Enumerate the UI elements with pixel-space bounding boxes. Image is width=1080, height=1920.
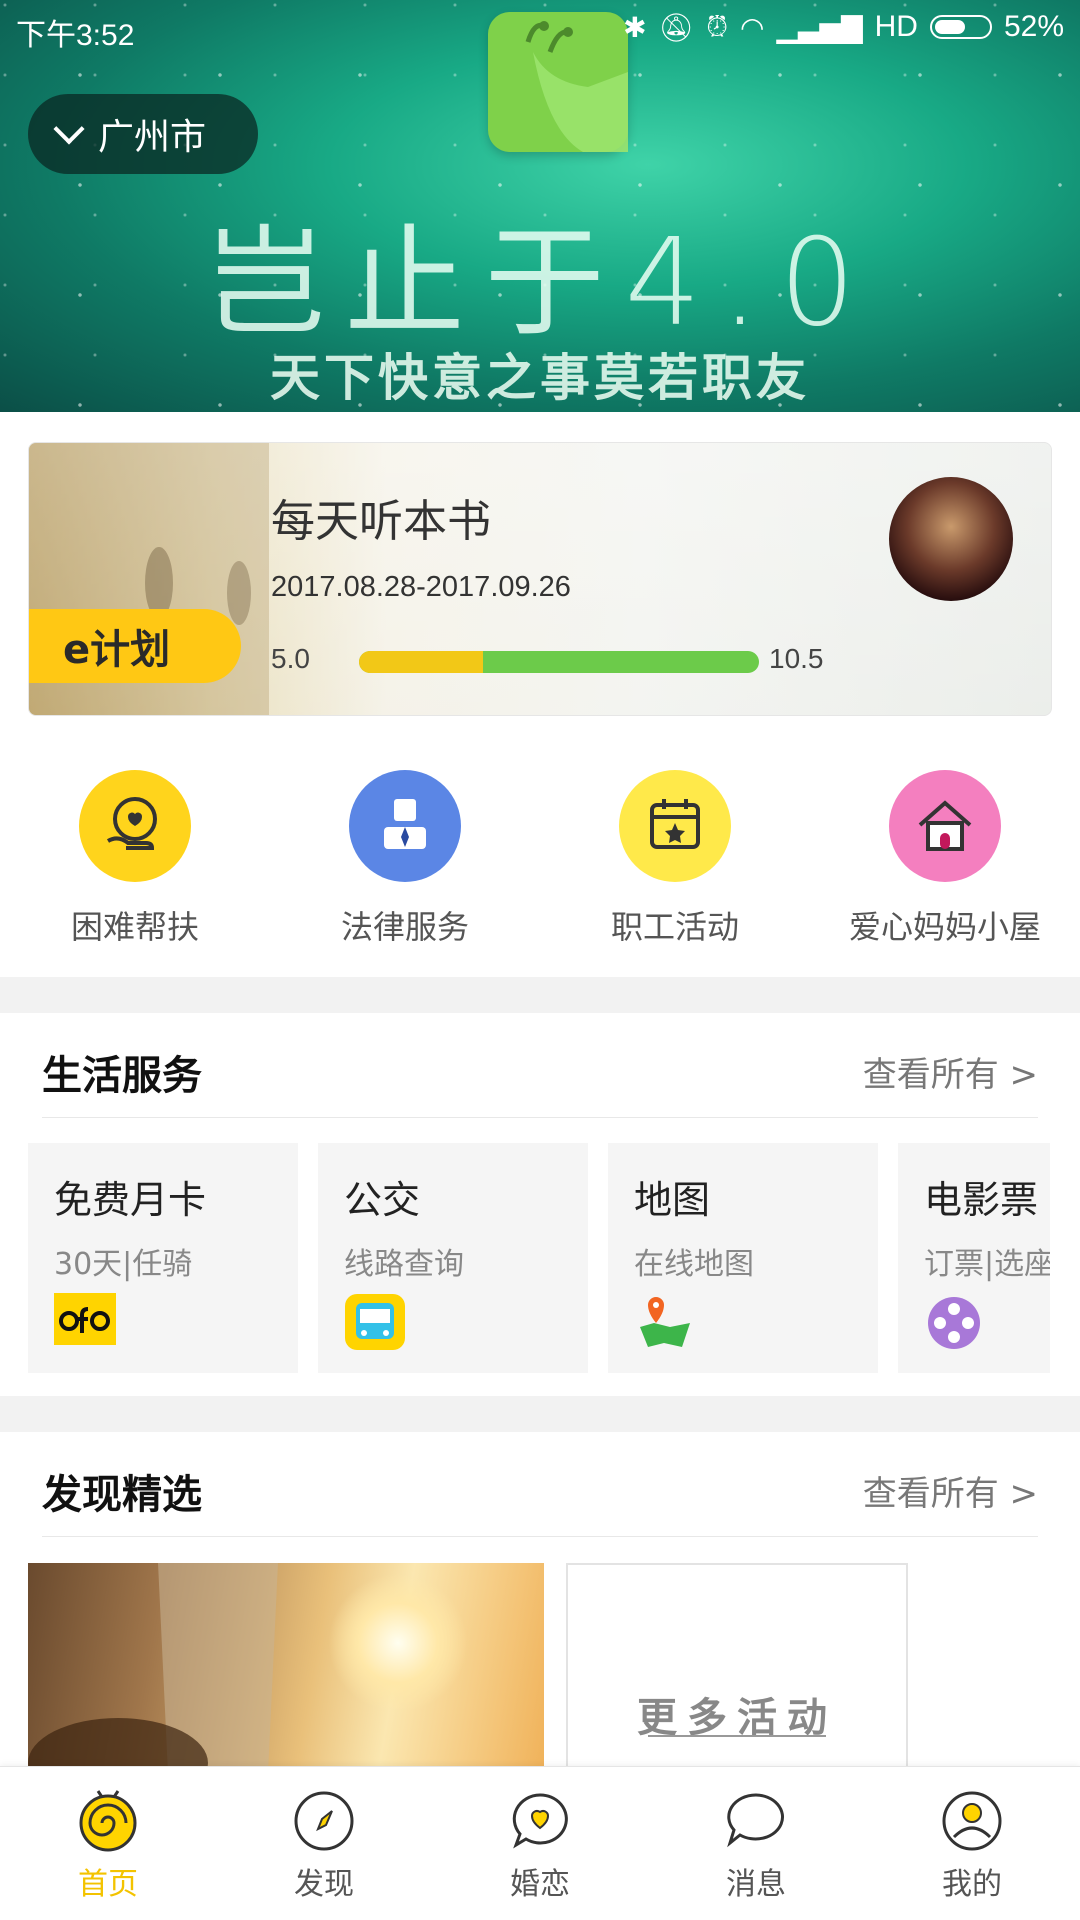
service-subtitle: 30天|任骑 (54, 1247, 193, 1282)
more-activities-card[interactable]: 更多活动 (566, 1563, 908, 1773)
hero-banner[interactable]: 下午3:52 ✱ 🔕︎ ⏰︎ ◠ ▁▃▅▇ HD 52% 广州市 岂止于4.0 … (0, 0, 1080, 412)
alarm-icon: ⏰︎ (706, 10, 729, 42)
chat-bubble-icon (724, 1789, 788, 1853)
discover-featured-image[interactable] (28, 1563, 544, 1773)
quick-actions: 困难帮扶 法律服务 职工活动 爱心妈妈小屋 (0, 770, 1080, 970)
tab-label: 发现 (294, 1867, 354, 1902)
service-subtitle: 订票|选座 (924, 1247, 1050, 1282)
quick-action-legal[interactable]: 法律服务 (270, 770, 540, 948)
house-icon (889, 770, 1001, 882)
quick-action-hardship-aid[interactable]: 困难帮扶 (0, 770, 270, 948)
chevron-down-icon (53, 113, 85, 145)
reading-plan-card[interactable]: 每天听本书 2017.08.28-2017.09.26 e计划 5.0 10.5 (28, 442, 1052, 716)
tab-label: 消息 (726, 1867, 786, 1902)
quick-action-label: 爱心妈妈小屋 (848, 908, 1041, 946)
tab-discover[interactable]: 发现 (216, 1767, 432, 1920)
bluetooth-icon: ✱ (623, 11, 647, 43)
service-cards-scroller[interactable]: 免费月卡 30天|任骑 公交 线路查询 地图 在线地图 电影票 订票|选座 (28, 1013, 1050, 1396)
map-icon (634, 1293, 696, 1351)
service-card-ofo[interactable]: 免费月卡 30天|任骑 (28, 1143, 298, 1373)
home-screen: 下午3:52 ✱ 🔕︎ ⏰︎ ◠ ▁▃▅▇ HD 52% 广州市 岂止于4.0 … (0, 0, 1080, 1920)
user-icon (940, 1789, 1004, 1853)
service-subtitle: 在线地图 (634, 1247, 754, 1282)
service-card-movie[interactable]: 电影票 订票|选座 (898, 1143, 1050, 1373)
view-all-link[interactable]: 查看所有 > (863, 1466, 1038, 1515)
battery-percent: 52% (1003, 10, 1064, 43)
tab-profile[interactable]: 我的 (864, 1767, 1080, 1920)
mute-bell-icon: 🔕︎ (658, 11, 695, 43)
bottom-tab-bar: 首页 发现 婚恋 消息 我的 (0, 1766, 1080, 1920)
tab-dating[interactable]: 婚恋 (432, 1767, 648, 1920)
quick-action-label: 职工活动 (610, 908, 739, 946)
plan-dates: 2017.08.28-2017.09.26 (271, 571, 571, 603)
wifi-icon: ◠ (740, 11, 765, 43)
service-title: 电影票 (924, 1178, 1039, 1222)
quick-action-mom-room[interactable]: 爱心妈妈小屋 (810, 770, 1080, 948)
heart-hand-icon (79, 770, 191, 882)
heart-chat-icon (508, 1789, 572, 1853)
service-card-map[interactable]: 地图 在线地图 (608, 1143, 878, 1373)
calendar-star-icon (619, 770, 731, 882)
tab-label: 婚恋 (510, 1867, 570, 1902)
avatar[interactable] (889, 477, 1013, 601)
film-reel-icon (924, 1293, 986, 1351)
progress-bar (359, 651, 759, 673)
lawyer-icon (349, 770, 461, 882)
tab-label: 首页 (78, 1867, 138, 1902)
e-plan-badge: e计划 (29, 609, 241, 683)
progress-min: 5.0 (271, 643, 310, 674)
network-type: HD (874, 10, 918, 43)
banner-title: 岂止于4.0 (204, 214, 876, 353)
ofo-logo (54, 1293, 116, 1351)
progress-max: 10.5 (769, 643, 824, 674)
service-subtitle: 线路查询 (344, 1247, 464, 1282)
quick-action-label: 法律服务 (340, 908, 469, 946)
city-selector[interactable]: 广州市 (28, 94, 258, 174)
service-title: 公交 (344, 1178, 421, 1222)
service-title: 地图 (634, 1178, 711, 1222)
city-name: 广州市 (98, 117, 207, 158)
tab-label: 我的 (942, 1867, 1002, 1902)
section-title: 发现精选 (42, 1472, 202, 1518)
quick-action-activities[interactable]: 职工活动 (540, 770, 810, 948)
status-bar: 下午3:52 ✱ 🔕︎ ⏰︎ ◠ ▁▃▅▇ HD 52% (0, 0, 1080, 56)
status-icons: ✱ 🔕︎ ⏰︎ ◠ ▁▃▅▇ HD 52% (623, 10, 1064, 44)
service-card-bus[interactable]: 公交 线路查询 (318, 1143, 588, 1373)
life-services-section: 生活服务 查看所有 > 免费月卡 30天|任骑 公交 线路查询 地图 在线地图 … (0, 1013, 1080, 1396)
tab-messages[interactable]: 消息 (648, 1767, 864, 1920)
banner-subtitle: 天下快意之事莫若职友 (270, 349, 810, 407)
battery-icon (929, 15, 992, 39)
section-header: 发现精选 查看所有 > (42, 1432, 1038, 1537)
status-time: 下午3:52 (16, 19, 135, 52)
tab-home[interactable]: 首页 (0, 1767, 216, 1920)
service-title: 免费月卡 (54, 1178, 207, 1222)
quick-action-label: 困难帮扶 (70, 908, 199, 946)
plan-title: 每天听本书 (271, 496, 491, 547)
signal-icon: ▁▃▅▇ (776, 11, 863, 43)
home-snail-icon (76, 1789, 140, 1853)
compass-icon (292, 1789, 356, 1853)
bus-icon (344, 1293, 406, 1351)
progress-fill (359, 651, 483, 673)
